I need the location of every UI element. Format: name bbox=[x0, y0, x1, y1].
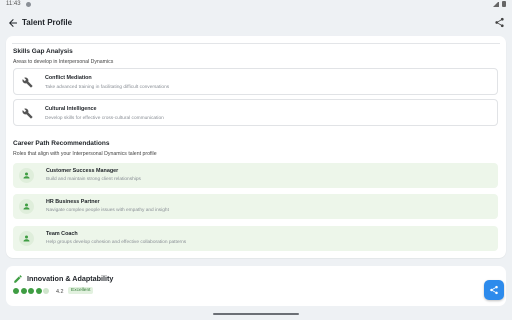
innovation-title: Innovation & Adaptability bbox=[27, 274, 114, 283]
role-title: Customer Success Manager bbox=[46, 168, 119, 174]
role-title: Team Coach bbox=[46, 231, 78, 237]
rating-dots bbox=[13, 288, 50, 294]
share-icon[interactable] bbox=[494, 17, 505, 28]
person-icon bbox=[23, 172, 30, 179]
role-description: Help groups develop cohesion and effecti… bbox=[46, 240, 187, 245]
role-item[interactable]: Customer Success Manager Build and maint… bbox=[13, 163, 498, 188]
rating-badge: Excellent bbox=[68, 287, 94, 294]
skill-gap-title: Cultural Intelligence bbox=[45, 106, 97, 112]
skills-gap-title: Skills Gap Analysis bbox=[13, 48, 73, 55]
role-item[interactable]: HR Business Partner Navigate complex peo… bbox=[13, 194, 498, 219]
share-icon bbox=[490, 285, 498, 295]
pencil-icon bbox=[14, 275, 22, 283]
skill-gap-description: Develop skills for effective cross-cultu… bbox=[45, 116, 164, 121]
role-icon-container bbox=[19, 199, 34, 214]
rating-dot bbox=[43, 288, 50, 294]
skill-gap-description: Take advanced training in facilitating d… bbox=[45, 85, 170, 90]
innovation-card[interactable]: Innovation & Adaptability 4.2 Excellent bbox=[6, 266, 506, 306]
rating-dot bbox=[20, 288, 27, 294]
person-icon bbox=[23, 235, 30, 242]
rating-dot bbox=[28, 288, 35, 294]
signal-icon bbox=[493, 1, 499, 7]
divider bbox=[12, 43, 500, 44]
status-bar: 11:43 bbox=[0, 0, 512, 10]
status-icons bbox=[493, 1, 506, 7]
skill-gap-item: Conflict Mediation Take advanced trainin… bbox=[13, 68, 498, 95]
role-icon-container bbox=[19, 231, 34, 246]
role-item[interactable]: Team Coach Help groups develop cohesion … bbox=[13, 226, 498, 251]
role-icon-container bbox=[19, 168, 34, 183]
status-time: 11:43 bbox=[6, 1, 21, 7]
career-path-subtitle: Roles that align with your Interpersonal… bbox=[13, 151, 157, 157]
skill-gap-title: Conflict Mediation bbox=[45, 75, 92, 81]
person-icon bbox=[23, 203, 30, 210]
notification-icon bbox=[26, 2, 31, 7]
page-title: Talent Profile bbox=[22, 18, 73, 27]
role-description: Navigate complex people issues with empa… bbox=[46, 208, 169, 213]
wrench-icon bbox=[22, 77, 33, 88]
rating-dot bbox=[13, 288, 19, 294]
wrench-icon bbox=[22, 108, 33, 119]
app-bar: Talent Profile bbox=[0, 10, 512, 36]
battery-icon bbox=[502, 1, 506, 7]
rating-dot bbox=[35, 288, 42, 294]
skill-gap-item: Cultural Intelligence Develop skills for… bbox=[13, 99, 498, 126]
home-indicator[interactable] bbox=[213, 313, 299, 315]
role-description: Build and maintain strong client relatio… bbox=[46, 177, 141, 182]
profile-card: Skills Gap Analysis Areas to develop in … bbox=[6, 36, 506, 258]
skills-gap-subtitle: Areas to develop in Interpersonal Dynami… bbox=[13, 59, 114, 65]
share-fab-button[interactable] bbox=[484, 280, 504, 300]
career-path-title: Career Path Recommendations bbox=[13, 140, 110, 147]
rating-score: 4.2 bbox=[56, 288, 64, 295]
role-title: HR Business Partner bbox=[46, 199, 100, 205]
arrow-back-icon[interactable] bbox=[7, 17, 19, 29]
